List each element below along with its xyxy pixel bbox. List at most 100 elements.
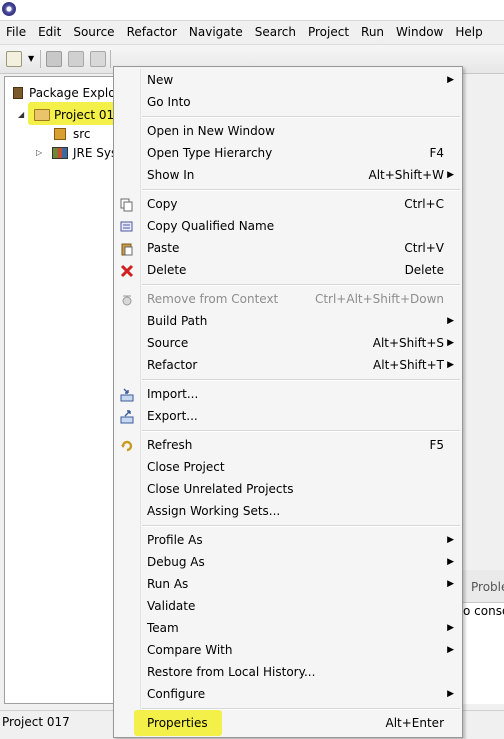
- menu-item-label: Team: [147, 621, 179, 635]
- menu-item-label: Copy: [147, 197, 178, 211]
- menu-item-label: Export...: [147, 409, 198, 423]
- menu-item-close-project[interactable]: Close Project: [114, 456, 462, 478]
- menu-item-go-into[interactable]: Go Into: [114, 91, 462, 113]
- menu-item-source[interactable]: Source Alt+Shift+S ▶: [114, 332, 462, 354]
- menu-item-open-type-hierarchy[interactable]: Open Type Hierarchy F4: [114, 142, 462, 164]
- context-menu: New ▶ Go Into Open in New Window Open Type H…: [113, 66, 463, 738]
- menu-item-label: Refactor: [147, 358, 198, 372]
- submenu-arrow-icon: ▶: [447, 623, 454, 633]
- menu-item-properties[interactable]: Properties Alt+Enter: [114, 712, 462, 734]
- menu-item-label: Copy Qualified Name: [147, 219, 275, 233]
- menu-item-team[interactable]: Team ▶: [114, 617, 462, 639]
- menu-item-refactor[interactable]: Refactor Alt+Shift+T ▶: [114, 354, 462, 376]
- menu-item-shortcut: Alt+Shift+W: [368, 168, 445, 182]
- menu-item-delete[interactable]: Delete Delete: [114, 259, 462, 281]
- menu-item-label: Close Project: [147, 460, 225, 474]
- menu-item-shortcut: Alt+Shift+S: [372, 336, 444, 350]
- project-name: Project 017: [54, 108, 122, 122]
- tree-item-project[interactable]: ◢ Project 017: [18, 106, 122, 124]
- menu-item-label: Debug As: [147, 555, 205, 569]
- menu-item-configure[interactable]: Configure ▶: [114, 683, 462, 705]
- menu-item-label: New: [147, 73, 174, 87]
- eclipse-logo-icon: [2, 2, 16, 16]
- submenu-arrow-icon: ▶: [447, 170, 454, 180]
- source-folder-icon: [54, 128, 66, 140]
- menu-item-remove-from-context[interactable]: Remove from Context Ctrl+Alt+Shift+Down: [114, 288, 462, 310]
- menu-separator: [142, 189, 460, 191]
- problems-tab[interactable]: Proble: [471, 580, 504, 594]
- menu-item-open-in-new-window[interactable]: Open in New Window: [114, 120, 462, 142]
- menu-item-label: Validate: [147, 599, 196, 613]
- menu-source[interactable]: Source: [67, 21, 120, 43]
- menu-item-assign-working-sets[interactable]: Assign Working Sets...: [114, 500, 462, 522]
- status-text: Project 017: [2, 715, 70, 729]
- copy-qualified-name-icon: [120, 219, 134, 233]
- menu-navigate[interactable]: Navigate: [183, 21, 249, 43]
- menu-item-close-unrelated-projects[interactable]: Close Unrelated Projects: [114, 478, 462, 500]
- menu-item-copy-qualified-name[interactable]: Copy Qualified Name: [114, 215, 462, 237]
- menu-window[interactable]: Window: [390, 21, 449, 43]
- menu-item-export[interactable]: Export...: [114, 405, 462, 427]
- save-icon[interactable]: [46, 51, 62, 67]
- menu-run[interactable]: Run: [355, 21, 390, 43]
- new-dropdown-icon[interactable]: ▼: [28, 51, 36, 67]
- menu-item-label: Paste: [147, 241, 180, 255]
- package-explorer-icon: [13, 87, 23, 99]
- menu-item-shortcut: Alt+Enter: [385, 716, 444, 730]
- menu-separator: [142, 284, 460, 286]
- menu-item-label: Close Unrelated Projects: [147, 482, 294, 496]
- package-explorer-panel: Package Explor: [4, 76, 120, 704]
- menu-help[interactable]: Help: [449, 21, 488, 43]
- menu-item-build-path[interactable]: Build Path ▶: [114, 310, 462, 332]
- title-bar: [0, 0, 504, 21]
- jre-label: JRE Syst: [73, 146, 116, 160]
- menu-item-shortcut: Delete: [404, 263, 444, 277]
- refresh-icon: [120, 438, 134, 452]
- save-all-icon[interactable]: [68, 51, 84, 67]
- problems-panel: Proble o conso: [462, 570, 504, 704]
- menu-item-label: Build Path: [147, 314, 208, 328]
- menu-item-debug-as[interactable]: Debug As ▶: [114, 551, 462, 573]
- menu-item-new[interactable]: New ▶: [114, 69, 462, 91]
- menu-item-label: Refresh: [147, 438, 193, 452]
- menu-refactor[interactable]: Refactor: [121, 21, 183, 43]
- menu-item-label: Open in New Window: [147, 124, 275, 138]
- menu-file[interactable]: File: [0, 21, 32, 43]
- menu-edit[interactable]: Edit: [32, 21, 67, 43]
- menu-item-run-as[interactable]: Run As ▶: [114, 573, 462, 595]
- src-label: src: [73, 127, 91, 141]
- menu-item-restore-from-local-history[interactable]: Restore from Local History...: [114, 661, 462, 683]
- collapsed-twisty-icon[interactable]: ▷: [36, 144, 42, 162]
- menu-item-label: Restore from Local History...: [147, 665, 316, 679]
- paste-icon: [120, 241, 134, 256]
- menu-item-shortcut: F5: [429, 438, 444, 452]
- tree-item-src[interactable]: src: [50, 125, 116, 143]
- submenu-arrow-icon: ▶: [447, 316, 454, 326]
- menu-item-validate[interactable]: Validate: [114, 595, 462, 617]
- copy-icon: [120, 197, 134, 212]
- menu-item-refresh[interactable]: Refresh F5: [114, 434, 462, 456]
- menu-item-label: Assign Working Sets...: [147, 504, 281, 518]
- expanded-twisty-icon[interactable]: ◢: [18, 106, 24, 124]
- menu-item-show-in[interactable]: Show In Alt+Shift+W ▶: [114, 164, 462, 186]
- menu-item-compare-with[interactable]: Compare With ▶: [114, 639, 462, 661]
- menu-separator: [142, 116, 460, 118]
- menu-item-copy[interactable]: Copy Ctrl+C: [114, 193, 462, 215]
- library-icon: [52, 147, 68, 159]
- print-icon[interactable]: [90, 51, 106, 67]
- remove-from-context-icon: [120, 292, 134, 306]
- menu-item-label: Remove from Context: [147, 292, 279, 306]
- import-icon: [120, 387, 134, 402]
- menu-item-label: Properties: [147, 716, 208, 730]
- menu-project[interactable]: Project: [302, 21, 355, 43]
- menu-item-label: Go Into: [147, 95, 191, 109]
- tree-item-jre[interactable]: ▷ JRE Syst: [36, 144, 116, 162]
- menu-item-paste[interactable]: Paste Ctrl+V: [114, 237, 462, 259]
- menu-item-label: Profile As: [147, 533, 203, 547]
- menu-separator: [142, 525, 460, 527]
- menu-search[interactable]: Search: [249, 21, 302, 43]
- menu-item-import[interactable]: Import...: [114, 383, 462, 405]
- menu-bar: File Edit Source Refactor Navigate Searc…: [0, 21, 504, 43]
- menu-item-profile-as[interactable]: Profile As ▶: [114, 529, 462, 551]
- new-icon[interactable]: [6, 51, 22, 67]
